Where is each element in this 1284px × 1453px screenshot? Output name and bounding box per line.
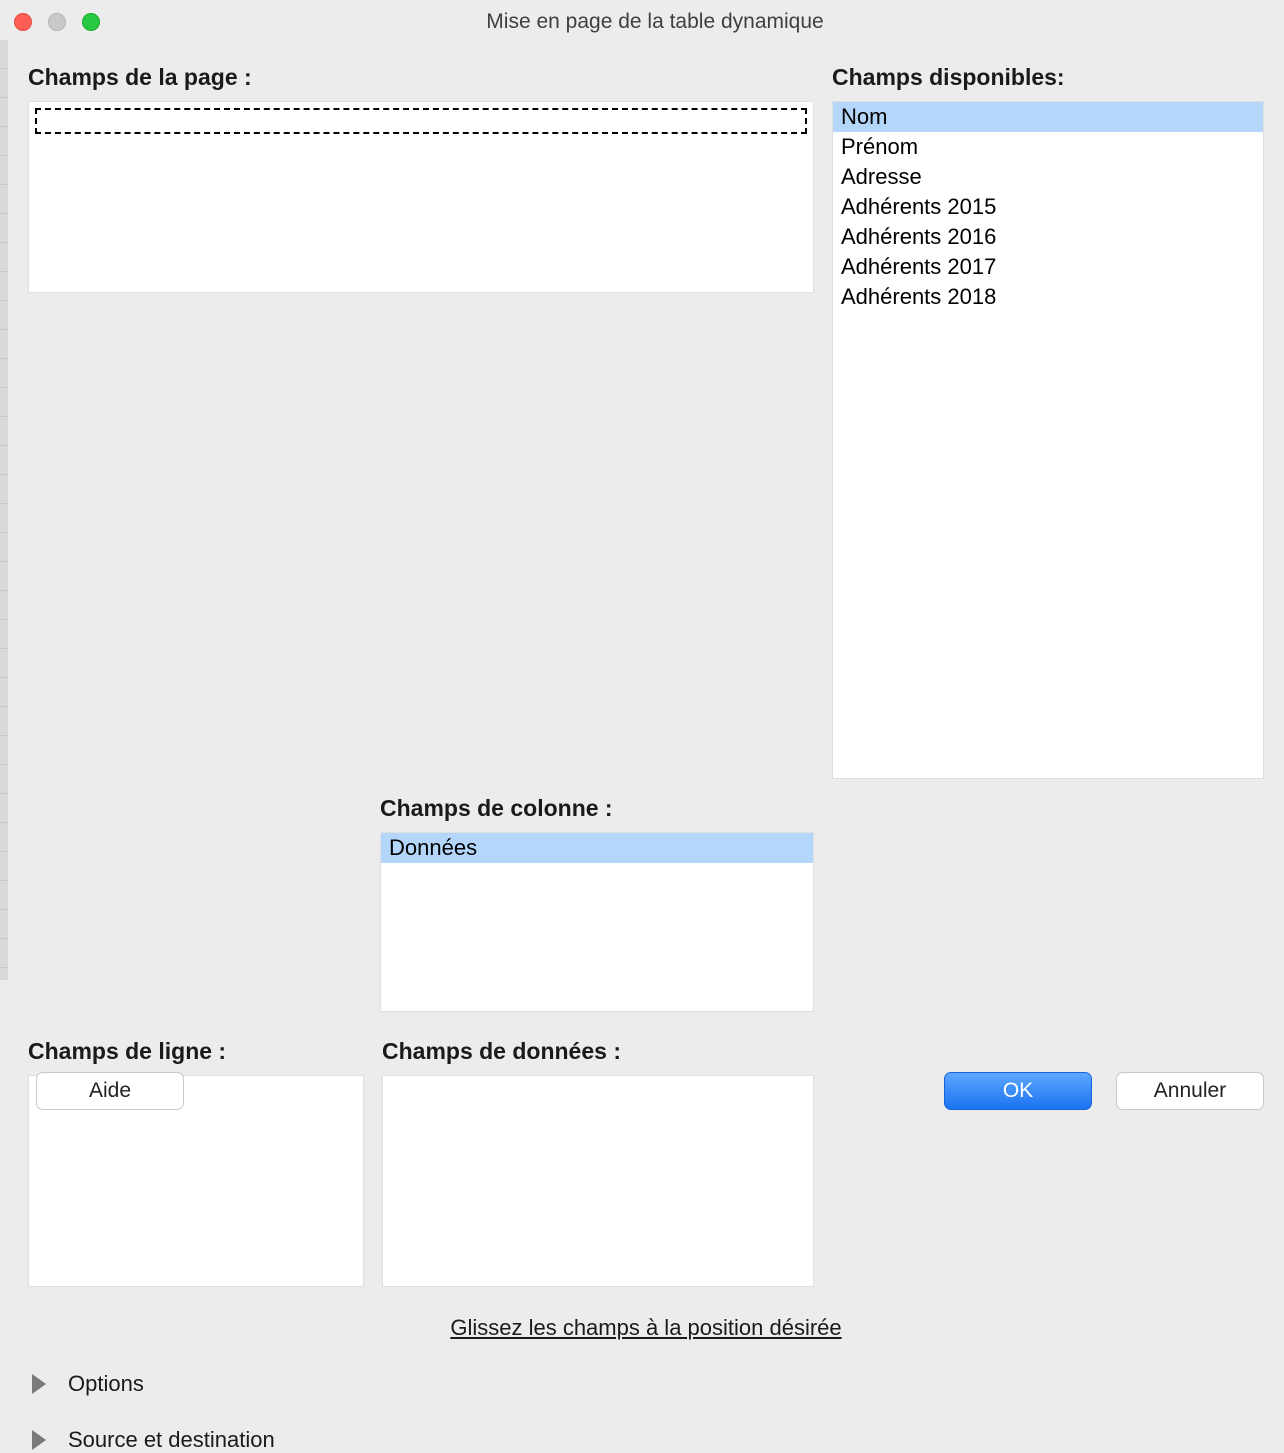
disclosure-triangle-icon: [32, 1430, 46, 1450]
window-controls: [14, 13, 100, 31]
available-fields-label: Champs disponibles:: [832, 64, 1264, 91]
close-window-button[interactable]: [14, 13, 32, 31]
expander-source-dest-label: Source et destination: [68, 1427, 275, 1453]
disclosure-triangle-icon: [32, 1374, 46, 1394]
cancel-button[interactable]: Annuler: [1116, 1072, 1264, 1110]
ok-button[interactable]: OK: [944, 1072, 1092, 1110]
available-field-item[interactable]: Adhérents 2017: [833, 252, 1263, 282]
background-sheet-hint: [0, 40, 8, 980]
help-button[interactable]: Aide: [36, 1072, 184, 1110]
page-fields-drop-slot[interactable]: [35, 108, 807, 134]
window-title: Mise en page de la table dynamique: [100, 10, 1210, 34]
available-field-item[interactable]: Adhérents 2015: [833, 192, 1263, 222]
titlebar: Mise en page de la table dynamique: [0, 0, 1284, 44]
available-field-item[interactable]: Prénom: [833, 132, 1263, 162]
row-fields-label: Champs de ligne :: [28, 1038, 364, 1065]
expander-options-label: Options: [68, 1371, 144, 1397]
minimize-window-button[interactable]: [48, 13, 66, 31]
available-field-item[interactable]: Adhérents 2018: [833, 282, 1263, 312]
available-field-item[interactable]: Adhérents 2016: [833, 222, 1263, 252]
page-fields-label: Champs de la page :: [28, 64, 814, 91]
column-fields-listbox[interactable]: Données: [380, 832, 814, 1012]
column-fields-label: Champs de colonne :: [380, 795, 814, 822]
available-fields-listbox[interactable]: NomPrénomAdresseAdhérents 2015Adhérents …: [832, 101, 1264, 779]
ok-button-label: OK: [1003, 1079, 1033, 1103]
expander-options[interactable]: Options: [28, 1371, 1264, 1397]
data-fields-label: Champs de données :: [382, 1038, 814, 1065]
cancel-button-label: Annuler: [1154, 1079, 1226, 1103]
available-field-item[interactable]: Adresse: [833, 162, 1263, 192]
expander-source-dest[interactable]: Source et destination: [28, 1427, 1264, 1453]
dialog-button-row: Aide OK Annuler: [36, 1072, 1264, 1110]
available-field-item[interactable]: Nom: [833, 102, 1263, 132]
drag-hint-label: Glissez les champs à la position désirée: [28, 1315, 1264, 1341]
column-field-item[interactable]: Données: [381, 833, 813, 863]
zoom-window-button[interactable]: [82, 13, 100, 31]
help-button-label: Aide: [89, 1079, 131, 1103]
dialog-content: Champs de la page : Champs disponibles: …: [8, 44, 1284, 1134]
page-fields-listbox[interactable]: [28, 101, 814, 293]
